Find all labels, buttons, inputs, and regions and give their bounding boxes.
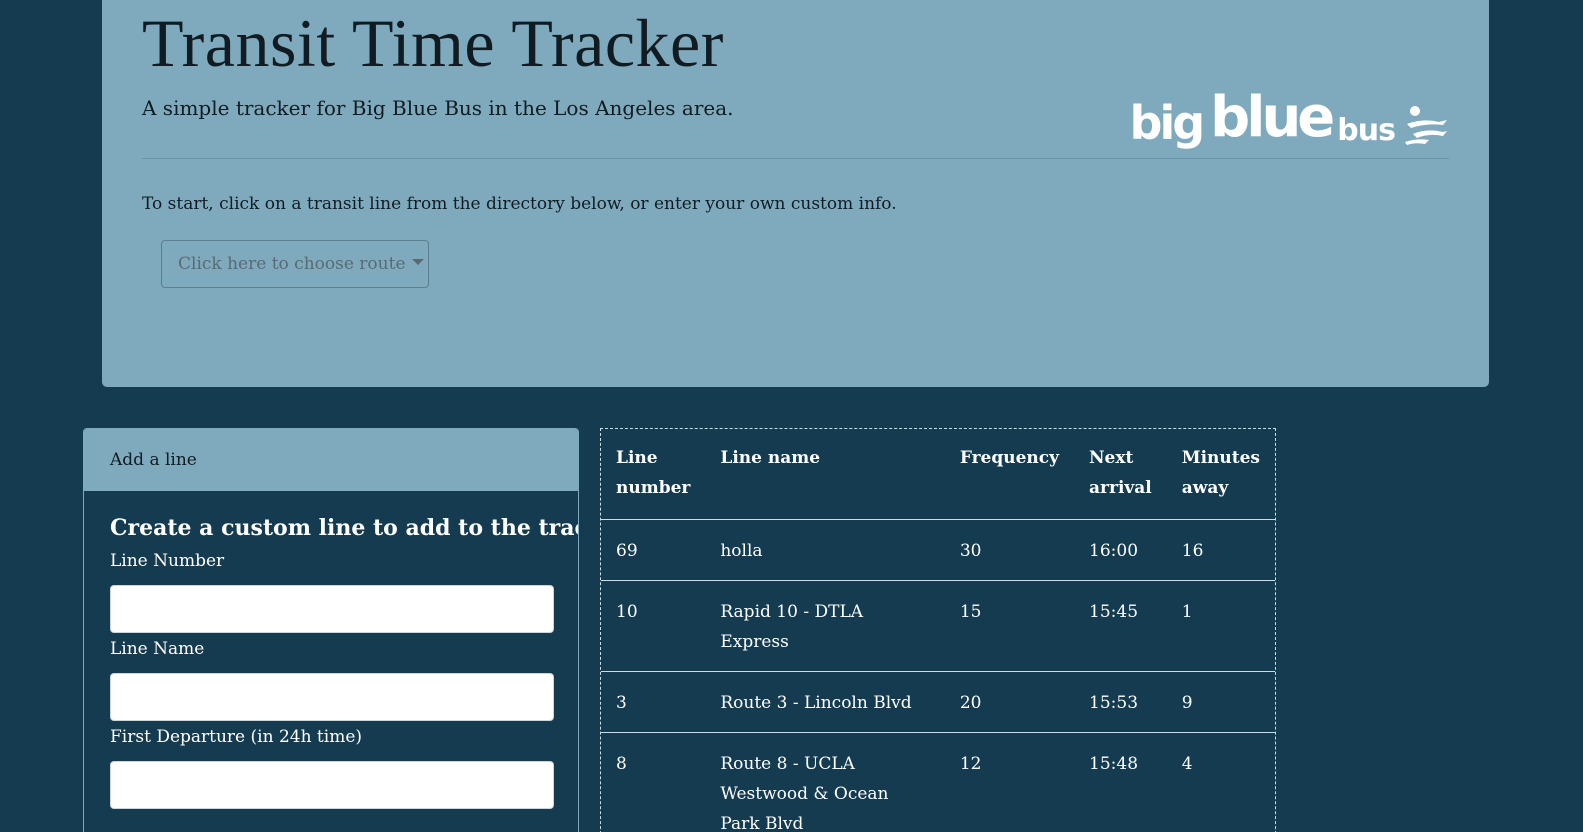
transit-lines-table: Line number Line name Frequency Next arr… [601,429,1275,832]
transit-lines-table-container: Line number Line name Frequency Next arr… [600,428,1276,832]
instruction-text: To start, click on a transit line from t… [142,194,897,214]
add-line-form: Create a custom line to add to the track… [84,491,578,809]
line-number-label: Line Number [110,551,225,571]
first-departure-label: First Departure (in 24h time) [110,727,363,747]
cell-next-arrival: 15:48 [1074,732,1167,832]
logo-word-blue: blue [1210,85,1335,150]
cell-frequency: 12 [944,732,1075,832]
table-row[interactable]: 3 Route 3 - Lincoln Blvd 20 15:53 9 [601,671,1275,733]
cell-line-name: holla [705,519,945,581]
column-header-minutes-away: Minutes away [1166,429,1275,520]
page-subtitle: A simple tracker for Big Blue Bus in the… [142,96,734,120]
column-header-line-number: Line number [601,429,706,520]
logo-word-bus: bus [1337,113,1396,148]
choose-route-dropdown[interactable]: Click here to choose route [161,240,429,288]
cell-next-arrival: 15:53 [1074,671,1167,733]
logo-word-big: big [1129,96,1206,150]
line-name-input[interactable] [110,673,554,721]
cell-minutes-away: 1 [1166,580,1275,672]
header-divider [142,158,1449,159]
table-row[interactable]: 69 holla 30 16:00 16 [601,519,1275,581]
column-header-line-name: Line name [705,429,945,520]
cell-line-name: Rapid 10 - DTLA Express [705,580,945,672]
add-line-form-title: Create a custom line to add to the track… [110,515,578,541]
cell-line-number: 8 [601,732,706,832]
table-header-row: Line number Line name Frequency Next arr… [601,429,1275,520]
choose-route-label: Click here to choose route [178,254,406,274]
first-departure-input[interactable] [110,761,554,809]
add-line-card-header: Add a line [84,429,578,491]
cell-line-number: 3 [601,671,706,733]
cell-frequency: 15 [944,580,1075,672]
cell-line-name: Route 3 - Lincoln Blvd [705,671,945,733]
cell-frequency: 20 [944,671,1075,733]
line-name-label: Line Name [110,639,205,659]
cell-line-name: Route 8 - UCLA Westwood & Ocean Park Blv… [705,732,945,832]
cell-next-arrival: 16:00 [1074,519,1167,581]
line-number-input[interactable] [110,585,554,633]
column-header-frequency: Frequency [944,429,1075,520]
bus-swoosh-icon [1405,106,1447,145]
cell-minutes-away: 16 [1166,519,1275,581]
cell-line-number: 69 [601,519,706,581]
add-line-card: Add a line Create a custom line to add t… [83,428,579,832]
caret-down-icon [411,259,424,265]
cell-line-number: 10 [601,580,706,672]
table-row[interactable]: 10 Rapid 10 - DTLA Express 15 15:45 1 [601,580,1275,672]
big-blue-bus-logo: big blue bus [1130,90,1449,146]
cell-frequency: 30 [944,519,1075,581]
column-header-next-arrival: Next arrival [1074,429,1167,520]
cell-minutes-away: 4 [1166,732,1275,832]
cell-minutes-away: 9 [1166,671,1275,733]
table-row[interactable]: 8 Route 8 - UCLA Westwood & Ocean Park B… [601,732,1275,832]
header-jumbotron: Transit Time Tracker A simple tracker fo… [102,0,1489,387]
cell-next-arrival: 15:45 [1074,580,1167,672]
page-title: Transit Time Tracker [142,5,724,81]
